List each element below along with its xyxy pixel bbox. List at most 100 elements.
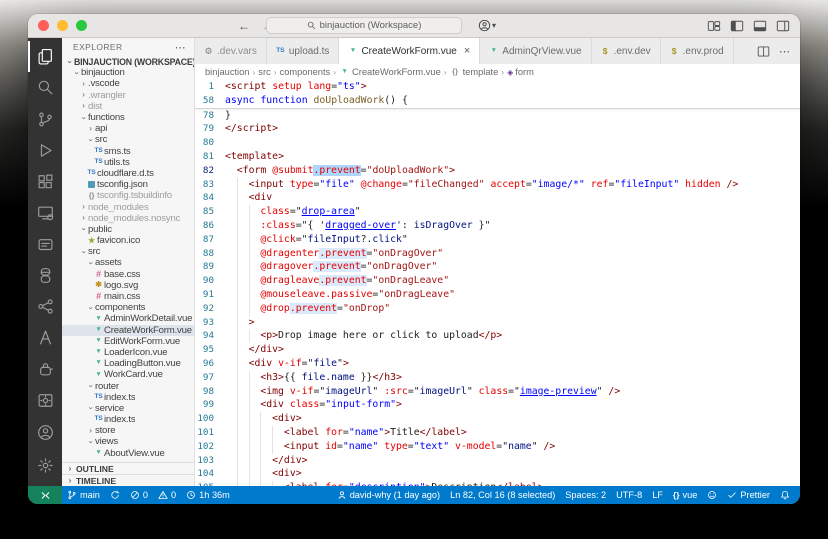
- status-remote-indicator[interactable]: [28, 486, 62, 504]
- tree-item-workcard-vue[interactable]: ▼WorkCard.vue: [62, 369, 194, 380]
- zoom-window-button[interactable]: [76, 20, 87, 31]
- tree-item-node-modules-nosync[interactable]: ›node_modules.nosync: [62, 213, 194, 224]
- status-eol[interactable]: LF: [647, 490, 668, 500]
- tree-item-functions[interactable]: ›functions: [62, 112, 194, 123]
- split-editor-icon[interactable]: [757, 45, 770, 58]
- tree-item-loadericon-vue[interactable]: ▼LoaderIcon.vue: [62, 347, 194, 358]
- breadcrumb-components[interactable]: components: [280, 67, 331, 77]
- activity-extension-kettle[interactable]: [28, 354, 62, 385]
- tab-upload-ts[interactable]: TSupload.ts: [267, 38, 340, 64]
- activity-extension-card[interactable]: [28, 229, 62, 260]
- breadcrumb-createworkform-vue[interactable]: ▼CreateWorkForm.vue: [339, 67, 441, 77]
- status-git-blame[interactable]: david-why (1 day ago): [332, 490, 445, 500]
- code-line-103[interactable]: 103</div>: [195, 454, 800, 468]
- code-line-92[interactable]: 92@drop.prevent="onDrop": [195, 302, 800, 316]
- code-line-95[interactable]: 95</div>: [195, 343, 800, 357]
- code-line-87[interactable]: 87@click="fileInput?.click": [195, 233, 800, 247]
- more-actions-icon[interactable]: ⋯: [779, 45, 791, 58]
- tree-item-api[interactable]: ›api: [62, 123, 194, 134]
- tree-item-binjauction-workspace[interactable]: ›BINJAUCTION (WORKSPACE): [62, 56, 194, 67]
- code-line-93[interactable]: 93>: [195, 316, 800, 330]
- tree-item-service[interactable]: ›service: [62, 403, 194, 414]
- breadcrumb-form[interactable]: ◈form: [507, 67, 534, 77]
- code-line-96[interactable]: 96<div v-if="file">: [195, 357, 800, 371]
- activity-explorer[interactable]: [28, 41, 62, 72]
- code-line-89[interactable]: 89@dragover.prevent="onDragOver": [195, 260, 800, 274]
- activity-extension-box-gear[interactable]: [28, 385, 62, 416]
- status-sync[interactable]: [105, 486, 125, 504]
- activity-remote-explorer[interactable]: [28, 197, 62, 228]
- tree-item-wrangler[interactable]: ›.wrangler: [62, 90, 194, 101]
- breadcrumb-template[interactable]: {}template: [450, 67, 499, 77]
- code-editor[interactable]: 1<script setup lang="ts">58async functio…: [195, 80, 800, 486]
- code-line-58[interactable]: 58async function doUploadWork() {: [195, 94, 800, 108]
- status-encoding[interactable]: UTF-8: [611, 490, 647, 500]
- tree-item-adminworkdetail-vue[interactable]: ▼AdminWorkDetail.vue: [62, 313, 194, 324]
- code-line-97[interactable]: 97<h3>{{ file.name }}</h3>: [195, 371, 800, 385]
- tree-item-node-modules[interactable]: ›node_modules: [62, 201, 194, 212]
- tab-createworkform-vue[interactable]: ▼CreateWorkForm.vue×: [339, 38, 480, 64]
- tab-adminqrview-vue[interactable]: ▼AdminQrView.vue: [480, 38, 591, 64]
- code-line-90[interactable]: 90@dragleave.prevent="onDragLeave": [195, 274, 800, 288]
- status-timer[interactable]: 1h 36m: [181, 486, 235, 504]
- tree-item-cloudflare-d-ts[interactable]: TScloudflare.d.ts: [62, 168, 194, 179]
- command-center[interactable]: binjauction (Workspace): [266, 17, 462, 34]
- activity-settings[interactable]: [28, 449, 62, 482]
- tree-item-public[interactable]: ›public: [62, 224, 194, 235]
- toggle-primary-sidebar-icon[interactable]: [730, 19, 744, 33]
- tree-item-logo-svg[interactable]: ✱logo.svg: [62, 280, 194, 291]
- status-language-mode[interactable]: {}vue: [668, 490, 702, 500]
- back-icon[interactable]: ←: [238, 19, 250, 33]
- tree-item-dist[interactable]: ›dist: [62, 101, 194, 112]
- close-icon[interactable]: ×: [464, 46, 470, 57]
- tree-item-assets[interactable]: ›assets: [62, 257, 194, 268]
- status-branch[interactable]: main: [62, 486, 105, 504]
- code-line-101[interactable]: 101<label for="name">Title</label>: [195, 426, 800, 440]
- code-line-105[interactable]: 105<label for="description">Description<…: [195, 481, 800, 486]
- tree-item-loadingbutton-vue[interactable]: ▼LoadingButton.vue: [62, 358, 194, 369]
- activity-extensions[interactable]: [28, 166, 62, 197]
- toggle-panel-icon[interactable]: [753, 19, 767, 33]
- code-line-78[interactable]: 78}: [195, 109, 800, 123]
- code-line-100[interactable]: 100<div>: [195, 412, 800, 426]
- code-line-81[interactable]: 81<template>: [195, 150, 800, 164]
- code-line-94[interactable]: 94<p>Drop image here or click to upload<…: [195, 329, 800, 343]
- tree-item-aboutview-vue[interactable]: ▼AboutView.vue: [62, 448, 194, 459]
- tree-item-favicon-ico[interactable]: ★favicon.ico: [62, 235, 194, 246]
- activity-run-and-debug[interactable]: [28, 135, 62, 166]
- code-line-85[interactable]: 85class="drop-area": [195, 205, 800, 219]
- breadcrumb-src[interactable]: src: [258, 67, 270, 77]
- tree-item-router[interactable]: ›router: [62, 380, 194, 391]
- tree-item-binjauction[interactable]: ›binjauction: [62, 67, 194, 78]
- tab-dev-vars[interactable]: ⚙.dev.vars: [195, 38, 267, 64]
- code-line-82[interactable]: 82<form @submit.prevent="doUploadWork">: [195, 164, 800, 178]
- tree-item-tsconfig-json[interactable]: tsconfig.json: [62, 179, 194, 190]
- activity-python[interactable]: [28, 260, 62, 291]
- code-line-102[interactable]: 102<input id="name" type="text" v-model=…: [195, 440, 800, 454]
- toggle-secondary-sidebar-icon[interactable]: [776, 19, 790, 33]
- code-line-99[interactable]: 99<div class="input-form">: [195, 398, 800, 412]
- tree-item-utils-ts[interactable]: TSutils.ts: [62, 157, 194, 168]
- close-window-button[interactable]: [38, 20, 49, 31]
- code-line-84[interactable]: 84<div: [195, 191, 800, 205]
- code-line-88[interactable]: 88@dragenter.prevent="onDragOver": [195, 247, 800, 261]
- tree-item-src[interactable]: ›src: [62, 134, 194, 145]
- code-line-91[interactable]: 91@mouseleave.passive="onDragLeave": [195, 288, 800, 302]
- tree-item-createworkform-vue[interactable]: ▼CreateWorkForm.vue: [62, 325, 194, 336]
- breadcrumb-binjauction[interactable]: binjauction: [205, 67, 249, 77]
- code-line-1[interactable]: 1<script setup lang="ts">: [195, 80, 800, 94]
- code-line-86[interactable]: 86:class="{ 'dragged-over': isDragOver }…: [195, 219, 800, 233]
- tree-item-views[interactable]: ›views: [62, 436, 194, 447]
- status-feedback[interactable]: [702, 490, 722, 500]
- status-indentation[interactable]: Spaces: 2: [560, 490, 611, 500]
- status-errors[interactable]: 0: [125, 486, 153, 504]
- tree-item-sms-ts[interactable]: TSsms.ts: [62, 146, 194, 157]
- code-line-79[interactable]: 79</script>: [195, 122, 800, 136]
- tree-item-vscode[interactable]: ›.vscode: [62, 78, 194, 89]
- status-cursor-position[interactable]: Ln 82, Col 16 (8 selected): [445, 490, 560, 500]
- minimize-window-button[interactable]: [57, 20, 68, 31]
- tree-item-tsconfig-tsbuildinfo[interactable]: {}tsconfig.tsbuildinfo: [62, 190, 194, 201]
- tree-item-index-ts[interactable]: TSindex.ts: [62, 392, 194, 403]
- activity-extension-a[interactable]: [28, 322, 62, 353]
- tree-item-components[interactable]: ›components: [62, 302, 194, 313]
